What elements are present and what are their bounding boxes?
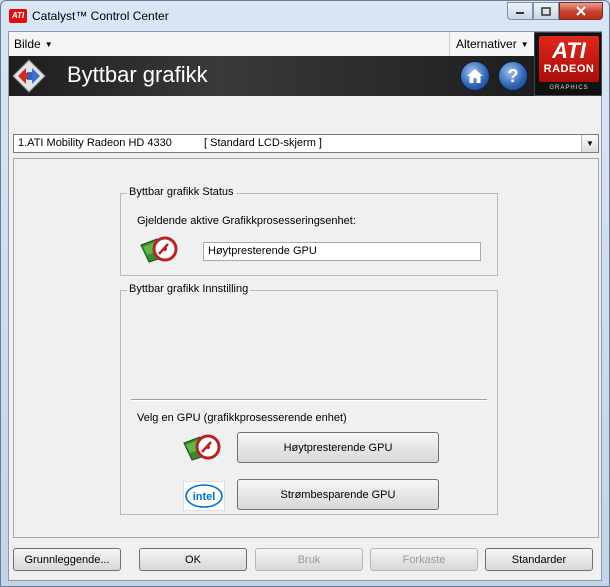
logo-badge: ATI RADEON — [539, 36, 599, 82]
menu-bar: Bilde ▼ Alternativer ▼ — [9, 32, 601, 56]
help-icon: ? — [507, 65, 519, 86]
status-group-legend: Byttbar grafikk Status — [127, 186, 236, 198]
maximize-button[interactable] — [533, 2, 559, 20]
dropdown-arrow-button[interactable]: ▼ — [581, 135, 598, 152]
apply-button[interactable]: Bruk — [255, 548, 363, 571]
main-panel: Byttbar grafikk Status Gjeldende aktive … — [13, 158, 599, 538]
menu-bilde[interactable]: Bilde ▼ — [14, 37, 53, 51]
page-title: Byttbar grafikk — [67, 62, 208, 87]
minimize-button[interactable] — [507, 2, 533, 20]
current-gpu-field: Høytpresterende GPU — [203, 242, 481, 261]
logo-product: RADEON — [543, 63, 595, 75]
logo-brand: ATI — [552, 38, 586, 63]
close-button[interactable] — [559, 2, 603, 20]
settings-group: Byttbar grafikk Innstilling Velg en GPU … — [120, 283, 498, 515]
title-bar[interactable]: ATI Catalyst™ Control Center — [1, 1, 609, 31]
display-device-dropdown[interactable]: 1.ATI Mobility Radeon HD 4330 [ Standard… — [13, 134, 599, 153]
ati-radeon-logo: ATI RADEON GRAPHICS — [534, 32, 602, 96]
window-controls — [507, 2, 603, 20]
page-header: Byttbar grafikk ? — [9, 56, 534, 96]
intel-logo-text: intel — [193, 491, 216, 503]
home-button[interactable] — [460, 61, 490, 91]
client-area: Bilde ▼ Alternativer ▼ ATI RADEON GRAPHICS… — [8, 31, 602, 581]
switchable-graphics-icon — [12, 59, 46, 93]
chevron-down-icon: ▼ — [586, 139, 594, 148]
defaults-button[interactable]: Standarder — [485, 548, 593, 571]
power-saving-gpu-button[interactable]: Strømbesparende GPU — [237, 479, 439, 510]
chevron-down-icon: ▼ — [520, 40, 529, 49]
window-title: Catalyst™ Control Center — [32, 9, 169, 23]
chevron-down-icon: ▼ — [44, 40, 53, 49]
home-icon — [467, 69, 483, 83]
divider — [131, 399, 487, 401]
high-performance-gpu-icon — [140, 236, 178, 263]
minimize-icon — [516, 12, 524, 14]
basic-view-button[interactable]: Grunnleggende... — [13, 548, 121, 571]
menu-alternativer-label: Alternativer — [456, 37, 517, 51]
menu-bilde-label: Bilde — [14, 37, 41, 51]
logo-subtitle: GRAPHICS — [549, 85, 589, 91]
intel-icon: intel — [185, 484, 223, 508]
ati-app-icon: ATI — [9, 9, 27, 23]
discard-button[interactable]: Forkaste — [370, 548, 478, 571]
current-gpu-label: Gjeldende aktive Grafikkprosesseringsenh… — [137, 215, 356, 227]
help-button[interactable]: ? — [498, 61, 528, 91]
device-display: [ Standard LCD-skjerm ] — [204, 137, 322, 149]
close-icon — [576, 6, 586, 16]
device-name: 1.ATI Mobility Radeon HD 4330 — [18, 137, 172, 149]
menu-alternativer[interactable]: Alternativer ▼ — [449, 32, 535, 56]
maximize-icon — [541, 6, 551, 16]
high-performance-gpu-button[interactable]: Høytpresterende GPU — [237, 432, 439, 463]
bottom-button-bar: Grunnleggende... OK Bruk Forkaste Standa… — [9, 544, 601, 580]
settings-group-legend: Byttbar grafikk Innstilling — [127, 283, 251, 295]
high-performance-gpu-icon — [183, 434, 221, 461]
ok-button[interactable]: OK — [139, 548, 247, 571]
choose-gpu-label: Velg en GPU (grafikkprosesserende enhet) — [137, 412, 347, 424]
intel-logo: intel — [183, 481, 225, 511]
application-window: ATI Catalyst™ Control Center Bilde ▼ Alte… — [0, 0, 610, 587]
status-group: Byttbar grafikk Status Gjeldende aktive … — [120, 186, 498, 276]
